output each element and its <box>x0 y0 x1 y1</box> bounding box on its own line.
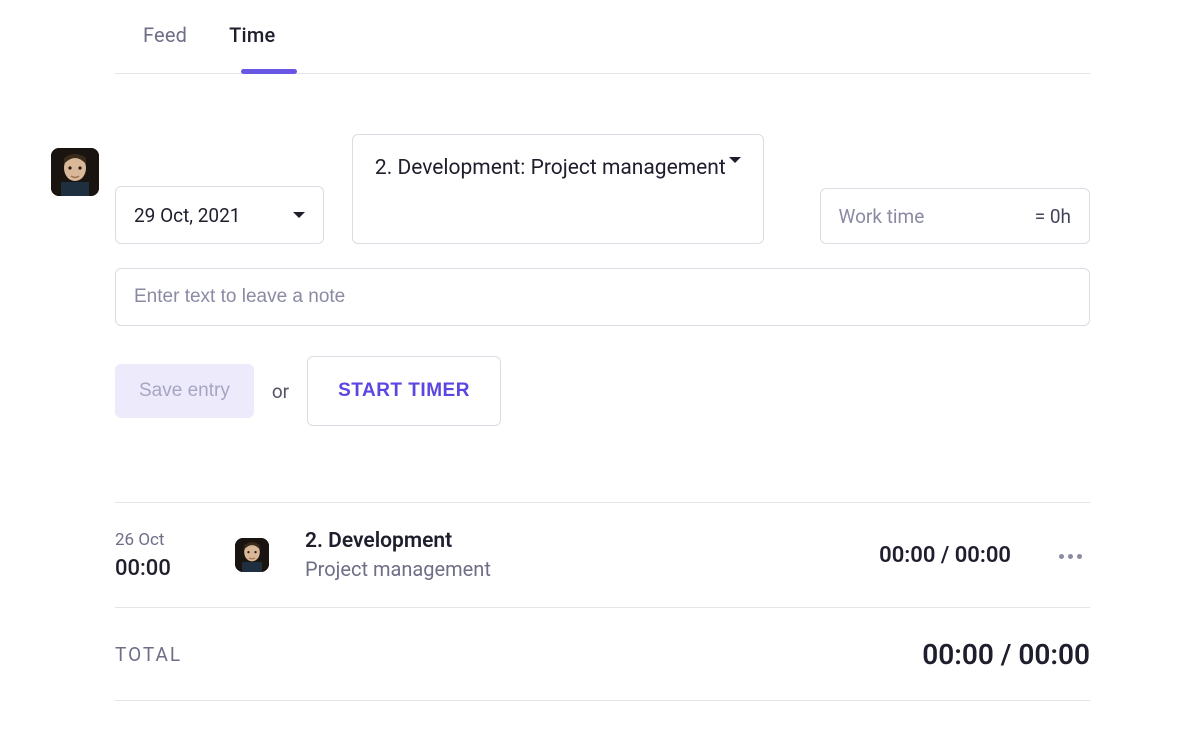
entry-avatar <box>235 538 269 572</box>
time-entry-row: 26 Oct 00:00 2. Development Project mana… <box>115 503 1090 607</box>
worktime-label: Work time <box>839 205 925 228</box>
time-entries-list: 26 Oct 00:00 2. Development Project mana… <box>115 502 1090 701</box>
tabs: Feed Time <box>115 12 1090 74</box>
tab-feed[interactable]: Feed <box>143 23 187 73</box>
entry-daytime: 00:00 <box>115 556 235 581</box>
date-value: 29 Oct, 2021 <box>134 204 240 227</box>
note-input-wrapper <box>115 268 1090 326</box>
date-picker[interactable]: 29 Oct, 2021 <box>115 186 324 244</box>
total-label: TOTAL <box>115 643 182 666</box>
worktime-value: = 0h <box>1035 205 1071 228</box>
entry-time: 00:00 / 00:00 <box>879 543 1011 568</box>
entry-subtitle: Project management <box>305 557 879 581</box>
chevron-down-icon <box>729 157 741 163</box>
tab-underline <box>241 69 297 74</box>
start-timer-button[interactable]: START TIMER <box>307 356 501 426</box>
chevron-down-icon <box>293 212 305 218</box>
avatar <box>51 148 99 196</box>
save-entry-button[interactable]: Save entry <box>115 364 254 418</box>
project-select[interactable]: 2. Development: Project management <box>352 134 764 244</box>
entry-options-button[interactable] <box>1051 541 1090 569</box>
total-time: 00:00 / 00:00 <box>922 638 1090 671</box>
divider <box>115 700 1090 701</box>
note-input[interactable] <box>132 285 1073 309</box>
tab-time[interactable]: Time <box>229 23 275 73</box>
time-entry-form: 29 Oct, 2021 2. Development: Project man… <box>115 134 1090 426</box>
or-text: or <box>272 380 289 403</box>
entry-date: 26 Oct <box>115 530 235 550</box>
project-value: 2. Development: Project management <box>375 149 726 185</box>
total-row: TOTAL 00:00 / 00:00 <box>115 608 1090 700</box>
entry-title: 2. Development <box>305 529 879 553</box>
worktime-input[interactable]: Work time = 0h <box>820 188 1090 244</box>
